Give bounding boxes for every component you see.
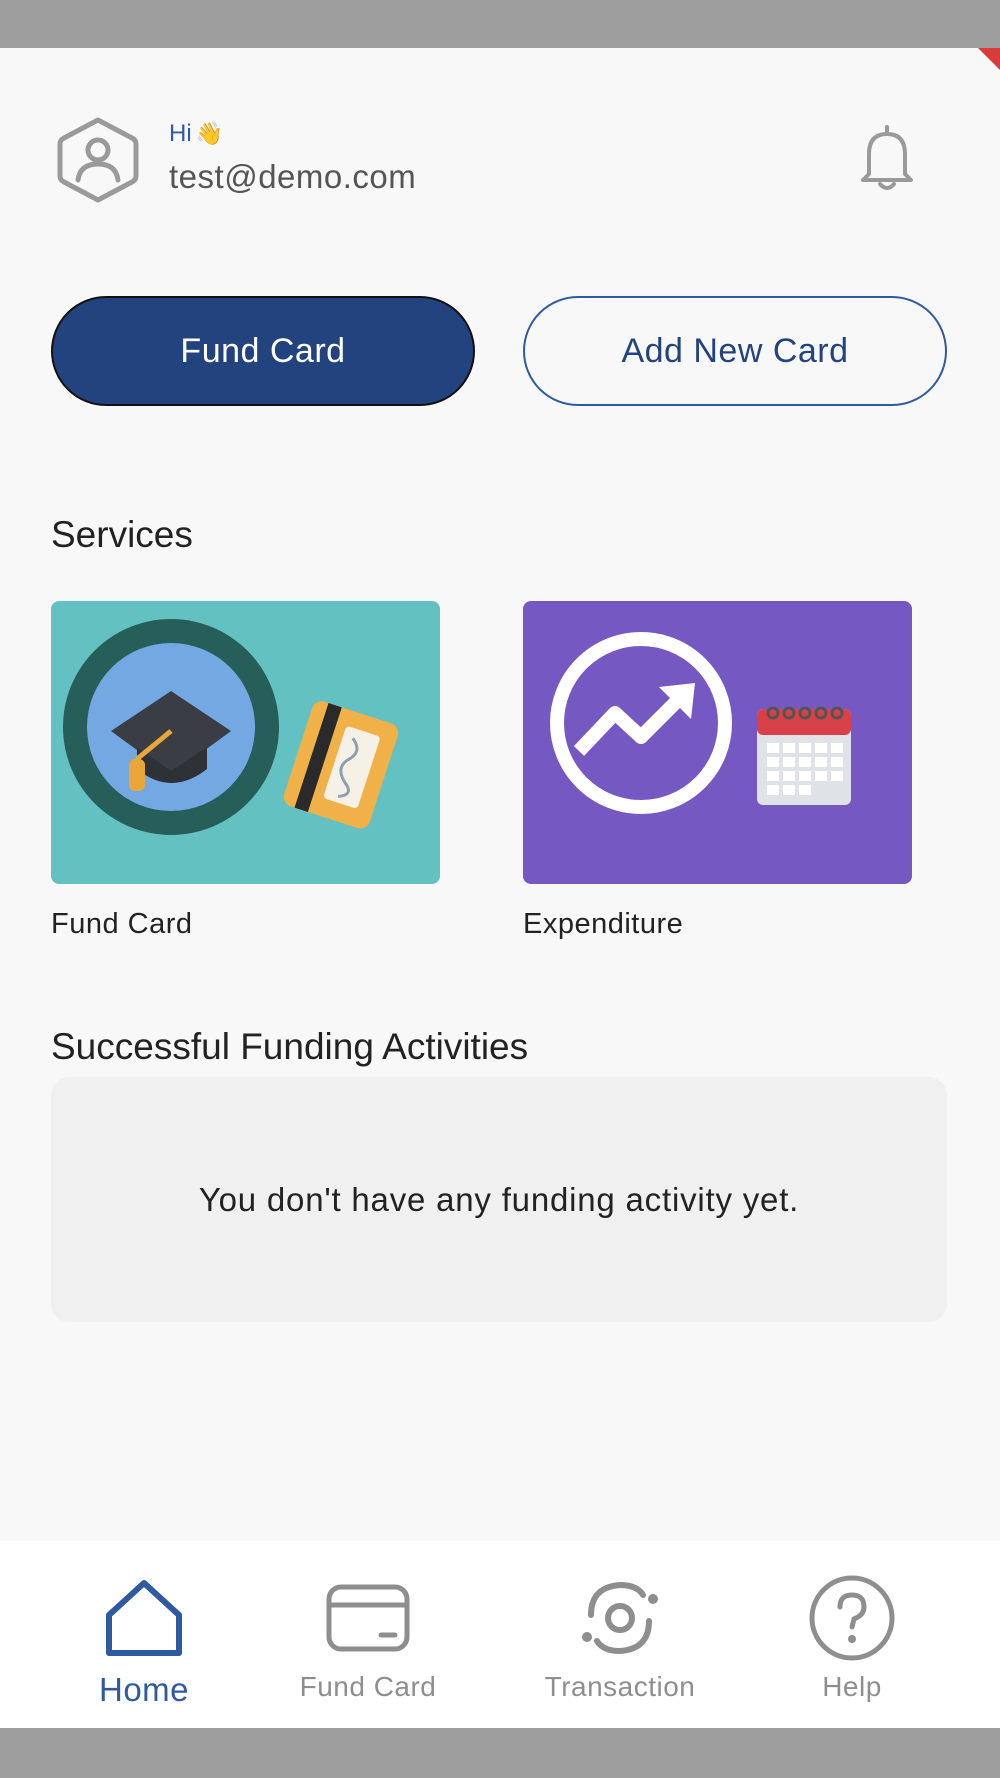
debug-banner-corner [978, 48, 1000, 70]
help-icon [809, 1575, 895, 1661]
user-email: test@demo.com [169, 158, 417, 195]
graduation-cap-card-icon [63, 619, 399, 835]
add-new-card-button-label: Add New Card [621, 331, 849, 370]
activities-title: Successful Funding Activities [51, 1026, 529, 1067]
bottom-navigation: Home Fund Card Transaction Help [0, 1541, 1000, 1728]
greeting-text: Hi [169, 120, 192, 147]
home-icon [106, 1580, 182, 1656]
service-card-expenditure[interactable] [523, 601, 912, 884]
add-new-card-button[interactable]: Add New Card [523, 296, 947, 406]
card-icon [326, 1584, 410, 1652]
service-label-fund-card: Fund Card [51, 908, 193, 940]
nav-item-help[interactable]: Help [752, 1541, 952, 1728]
activities-empty-state: You don't have any funding activity yet. [51, 1077, 947, 1322]
service-label-expenditure: Expenditure [523, 908, 684, 940]
greeting: Hi 👋 [169, 120, 223, 148]
nav-label-help: Help [822, 1671, 882, 1702]
nav-label-home: Home [98, 1671, 190, 1708]
transaction-icon [582, 1581, 658, 1655]
nav-label-fund-card: Fund Card [299, 1671, 437, 1702]
system-navigation-bar [0, 1728, 1000, 1778]
status-bar [0, 0, 1000, 48]
nav-item-transaction[interactable]: Transaction [520, 1541, 720, 1728]
wave-emoji: 👋 [195, 121, 224, 146]
service-card-fund-card[interactable] [51, 601, 440, 884]
nav-item-fund-card[interactable]: Fund Card [268, 1541, 468, 1728]
nav-item-home[interactable]: Home [44, 1541, 244, 1728]
nav-label-transaction: Transaction [544, 1671, 696, 1702]
notification-bell-icon[interactable] [855, 122, 919, 194]
empty-state-text: You don't have any funding activity yet. [198, 1180, 800, 1218]
profile-avatar-icon[interactable] [56, 116, 140, 204]
fund-card-button[interactable]: Fund Card [51, 296, 475, 406]
fund-card-button-label: Fund Card [180, 331, 346, 370]
services-title: Services [51, 514, 193, 555]
trend-calendar-icon [550, 632, 851, 814]
